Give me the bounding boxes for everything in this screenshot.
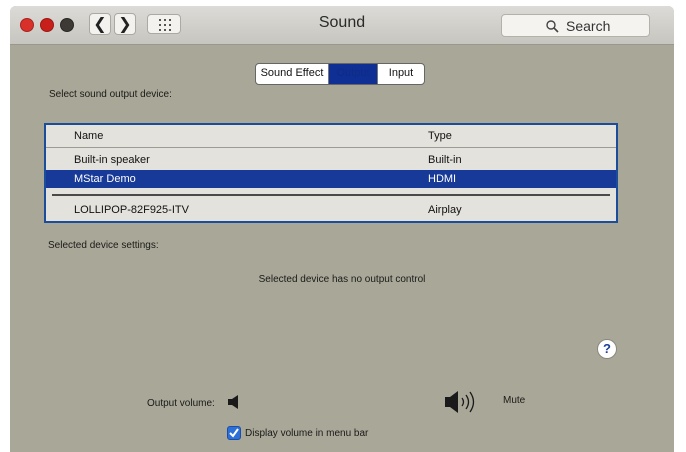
search-placeholder: Search xyxy=(566,18,611,34)
device-name: Built-in speaker xyxy=(74,154,150,166)
output-volume-label: Output volume: xyxy=(147,398,215,409)
help-button[interactable]: ? xyxy=(597,339,617,359)
device-type: Built-in xyxy=(428,154,462,166)
table-header: Name Type xyxy=(46,125,616,148)
checkmark-icon xyxy=(229,428,239,438)
table-row[interactable]: Built-in speaker Built-in xyxy=(46,151,616,169)
search-field[interactable]: Search xyxy=(501,14,650,37)
device-name: MStar Demo xyxy=(74,173,136,185)
tab-segmented-control: Sound Effect Output Input xyxy=(255,63,425,85)
table-divider xyxy=(52,194,610,196)
output-device-table: Name Type Built-in speaker Built-in MSta… xyxy=(44,123,618,223)
sound-preferences-window: ❮ ❯ Sound Search Sound Effect Output Inp… xyxy=(10,6,674,452)
table-row[interactable]: LOLLIPOP-82F925-ITV Airplay xyxy=(46,201,616,219)
device-type: Airplay xyxy=(428,204,462,216)
select-output-device-label: Select sound output device: xyxy=(49,89,172,100)
device-type: HDMI xyxy=(428,173,457,185)
tab-sound-effect[interactable]: Sound Effect xyxy=(256,64,329,84)
search-icon xyxy=(546,20,559,33)
display-volume-checkbox-label[interactable]: Display volume in menu bar xyxy=(245,428,368,439)
table-row-selected[interactable]: MStar Demo HDMI xyxy=(46,170,616,188)
speaker-high-icon xyxy=(445,391,475,413)
no-output-control-message: Selected device has no output control xyxy=(258,274,426,285)
title-bar: ❮ ❯ Sound Search xyxy=(10,6,674,45)
tab-input[interactable]: Input xyxy=(378,64,424,84)
column-header-name[interactable]: Name xyxy=(74,130,103,142)
display-volume-checkbox[interactable] xyxy=(227,426,241,440)
device-name: LOLLIPOP-82F925-ITV xyxy=(74,204,189,216)
column-header-type[interactable]: Type xyxy=(428,130,452,142)
speaker-low-icon xyxy=(228,395,238,409)
mute-label[interactable]: Mute xyxy=(503,395,525,406)
tab-output[interactable]: Output xyxy=(329,64,378,84)
selected-device-settings-label: Selected device settings: xyxy=(48,240,159,251)
